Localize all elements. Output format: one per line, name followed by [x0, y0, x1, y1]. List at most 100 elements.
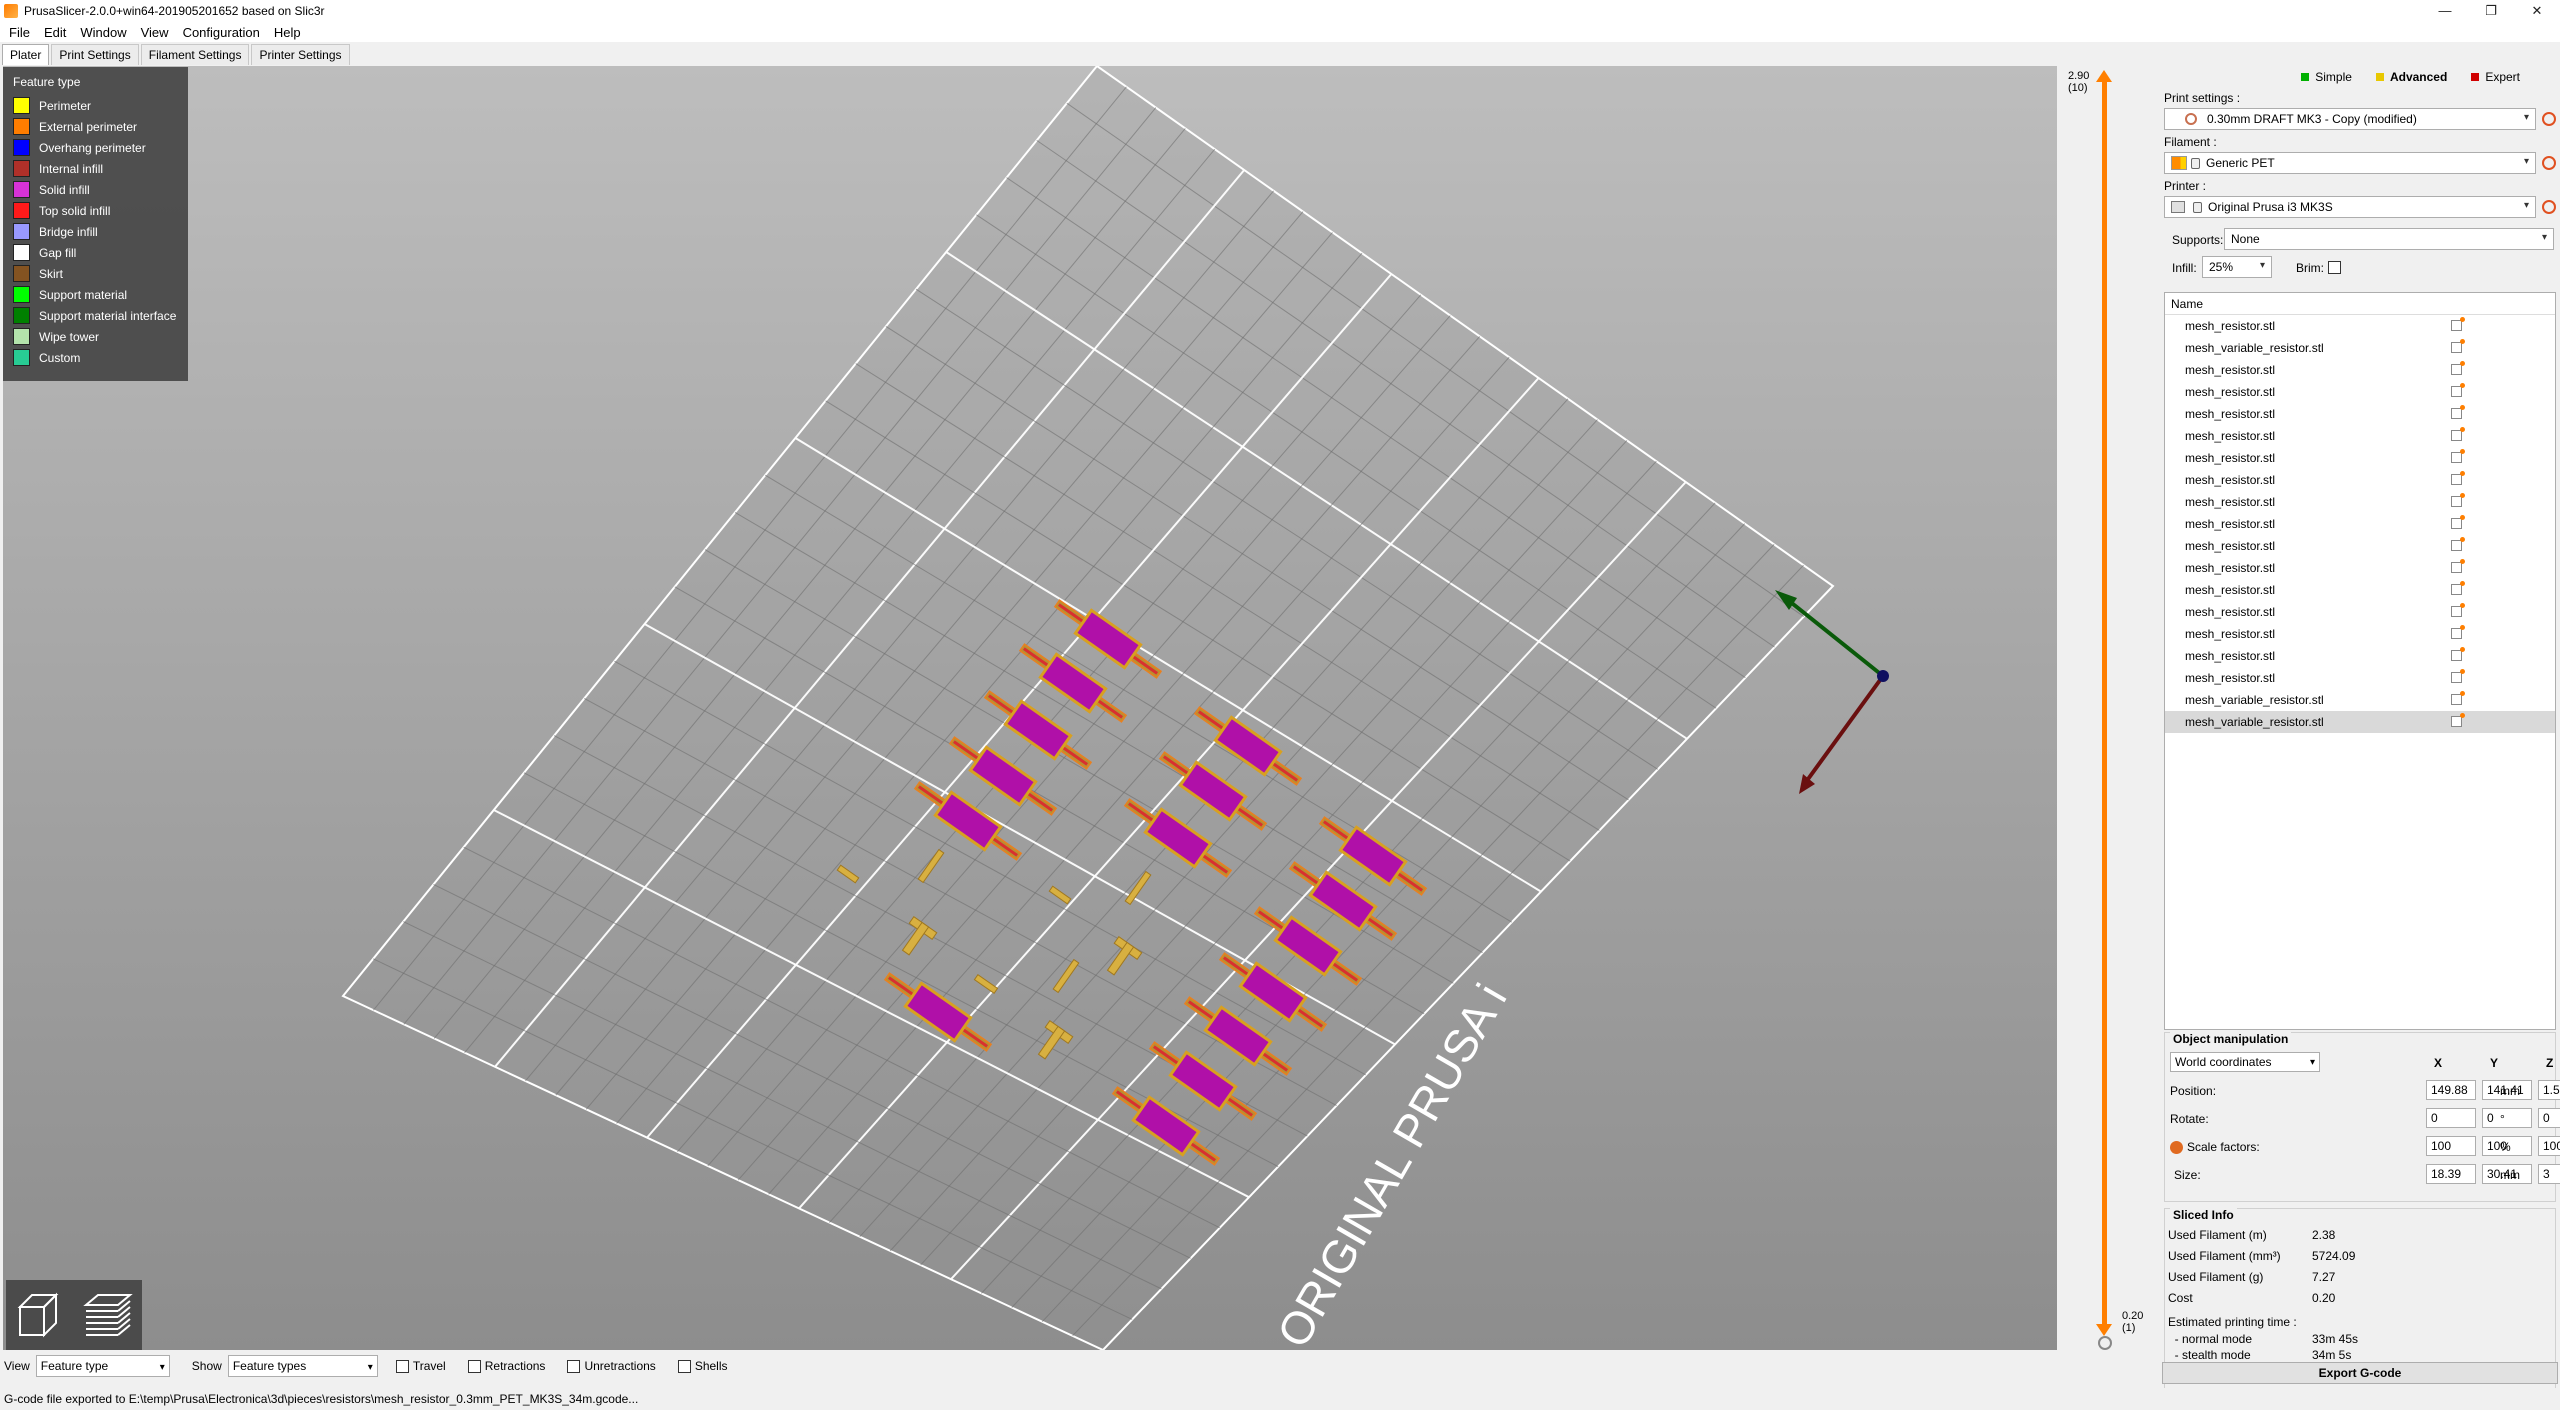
size-unit: mm	[2500, 1168, 2520, 1182]
brim-label: Brim:	[2296, 261, 2324, 275]
edit-settings-icon[interactable]	[2451, 339, 2465, 353]
minimize-button[interactable]: —	[2422, 0, 2468, 22]
show-label: Show	[191, 1359, 222, 1373]
view-combo[interactable]: Feature type ▾	[35, 1355, 170, 1377]
tab-printer-settings[interactable]: Printer Settings	[251, 44, 350, 65]
object-list-item[interactable]: mesh_resistor.stl	[2165, 403, 2555, 425]
object-name: mesh_variable_resistor.stl	[2185, 715, 2324, 729]
mode-expert[interactable]: Expert	[2471, 70, 2520, 84]
menu-configuration[interactable]: Configuration	[176, 25, 267, 40]
object-list-item[interactable]: mesh_variable_resistor.stl	[2165, 711, 2555, 733]
show-combo[interactable]: Feature types ▾	[227, 1355, 378, 1377]
slider-settings-icon[interactable]	[2098, 1336, 2112, 1350]
scale-x-field[interactable]: 100	[2426, 1136, 2476, 1156]
legend-item: Bridge infill	[13, 221, 178, 242]
object-list-item[interactable]: mesh_resistor.stl	[2165, 381, 2555, 403]
object-list-item[interactable]: mesh_resistor.stl	[2165, 645, 2555, 667]
position-z-field[interactable]: 1.5	[2538, 1080, 2560, 1100]
rotate-z-field[interactable]: 0	[2538, 1108, 2560, 1128]
legend-swatch	[13, 223, 30, 240]
menu-view[interactable]: View	[134, 25, 176, 40]
slider-lower-thumb[interactable]	[2096, 1324, 2112, 1336]
edit-settings-icon[interactable]	[2451, 625, 2465, 639]
edit-settings-icon[interactable]	[2451, 647, 2465, 661]
size-x-field[interactable]: 18.39	[2426, 1164, 2476, 1184]
object-list-item[interactable]: mesh_resistor.stl	[2165, 469, 2555, 491]
object-list-item[interactable]: mesh_resistor.stl	[2165, 513, 2555, 535]
object-list-item[interactable]: mesh_resistor.stl	[2165, 667, 2555, 689]
printer-edit-icon[interactable]	[2542, 200, 2556, 214]
object-list-item[interactable]: mesh_resistor.stl	[2165, 491, 2555, 513]
object-list-item[interactable]: mesh_resistor.stl	[2165, 535, 2555, 557]
object-list-item[interactable]: mesh_resistor.stl	[2165, 425, 2555, 447]
edit-settings-icon[interactable]	[2451, 493, 2465, 507]
object-list[interactable]: Name mesh_resistor.stl mesh_variable_resi…	[2164, 292, 2556, 1030]
edit-settings-icon[interactable]	[2451, 537, 2465, 551]
menu-edit[interactable]: Edit	[37, 25, 73, 40]
export-gcode-button[interactable]: Export G-code	[2162, 1362, 2558, 1384]
position-x-field[interactable]: 149.88	[2426, 1080, 2476, 1100]
edit-settings-icon[interactable]	[2451, 449, 2465, 463]
tab-filament-settings[interactable]: Filament Settings	[140, 44, 250, 65]
rotate-y-field[interactable]: 0	[2482, 1108, 2532, 1128]
object-list-item[interactable]: mesh_variable_resistor.stl	[2165, 337, 2555, 359]
preview-layers-icon[interactable]	[78, 1285, 138, 1345]
menu-file[interactable]: File	[2, 25, 37, 40]
tab-plater[interactable]: Plater	[2, 44, 50, 65]
print-settings-edit-icon[interactable]	[2542, 112, 2556, 126]
maximize-button[interactable]: ❐	[2468, 0, 2514, 22]
legend-item: Perimeter	[13, 95, 178, 116]
object-list-item[interactable]: mesh_resistor.stl	[2165, 557, 2555, 579]
slider-upper-thumb[interactable]	[2096, 70, 2112, 82]
object-list-item[interactable]: mesh_resistor.stl	[2165, 623, 2555, 645]
object-list-item[interactable]: mesh_resistor.stl	[2165, 601, 2555, 623]
mode-simple[interactable]: Simple	[2301, 70, 2352, 84]
filament-edit-icon[interactable]	[2542, 156, 2556, 170]
view-label: View	[4, 1359, 30, 1373]
mode-advanced[interactable]: Advanced	[2375, 70, 2447, 84]
infill-combo[interactable]: 25% ▾	[2202, 256, 2272, 278]
size-z-field[interactable]: 3	[2538, 1164, 2560, 1184]
object-list-item[interactable]: mesh_resistor.stl	[2165, 447, 2555, 469]
edit-settings-icon[interactable]	[2451, 471, 2465, 485]
print-settings-combo[interactable]: 0.30mm DRAFT MK3 - Copy (modified) ▾	[2164, 108, 2536, 130]
edit-settings-icon[interactable]	[2451, 427, 2465, 441]
rotate-x-field[interactable]: 0	[2426, 1108, 2476, 1128]
menu-help[interactable]: Help	[267, 25, 308, 40]
filament-combo[interactable]: Generic PET ▾	[2164, 152, 2536, 174]
object-list-item[interactable]: mesh_resistor.stl	[2165, 315, 2555, 337]
supports-combo[interactable]: None ▾	[2224, 228, 2554, 250]
lock-icon[interactable]	[2170, 1141, 2183, 1155]
menu-window[interactable]: Window	[73, 25, 133, 40]
edit-settings-icon[interactable]	[2451, 713, 2465, 727]
slider-track[interactable]	[2102, 78, 2107, 1326]
layer-slider[interactable]: 2.90 (10) 0.20 (1)	[2062, 66, 2162, 1350]
edit-settings-icon[interactable]	[2451, 603, 2465, 617]
shells-checkbox[interactable]: Shells	[677, 1359, 728, 1373]
3d-view-icon[interactable]	[10, 1285, 70, 1345]
scale-z-field[interactable]: 100	[2538, 1136, 2560, 1156]
edit-settings-icon[interactable]	[2451, 383, 2465, 397]
coordinates-combo[interactable]: World coordinates ▾	[2170, 1052, 2320, 1072]
legend-swatch	[13, 118, 30, 135]
object-list-item[interactable]: mesh_resistor.stl	[2165, 359, 2555, 381]
close-button[interactable]: ✕	[2514, 0, 2560, 22]
edit-settings-icon[interactable]	[2451, 405, 2465, 419]
retractions-checkbox[interactable]: Retractions	[467, 1359, 545, 1373]
brim-checkbox[interactable]	[2328, 261, 2341, 274]
unretractions-checkbox[interactable]: Unretractions	[567, 1359, 656, 1373]
printer-combo[interactable]: Original Prusa i3 MK3S ▾	[2164, 196, 2536, 218]
edit-settings-icon[interactable]	[2451, 581, 2465, 595]
object-list-item[interactable]: mesh_variable_resistor.stl	[2165, 689, 2555, 711]
object-list-item[interactable]: mesh_resistor.stl	[2165, 579, 2555, 601]
travel-checkbox[interactable]: Travel	[395, 1359, 446, 1373]
3d-viewport[interactable]: ORIGINAL PRUSA i	[3, 66, 2057, 1350]
tab-print-settings[interactable]: Print Settings	[51, 44, 139, 65]
edit-settings-icon[interactable]	[2451, 317, 2465, 331]
edit-settings-icon[interactable]	[2451, 691, 2465, 705]
edit-settings-icon[interactable]	[2451, 515, 2465, 529]
edit-settings-icon[interactable]	[2451, 669, 2465, 683]
edit-settings-icon[interactable]	[2451, 559, 2465, 573]
legend-item: Solid infill	[13, 179, 178, 200]
edit-settings-icon[interactable]	[2451, 361, 2465, 375]
